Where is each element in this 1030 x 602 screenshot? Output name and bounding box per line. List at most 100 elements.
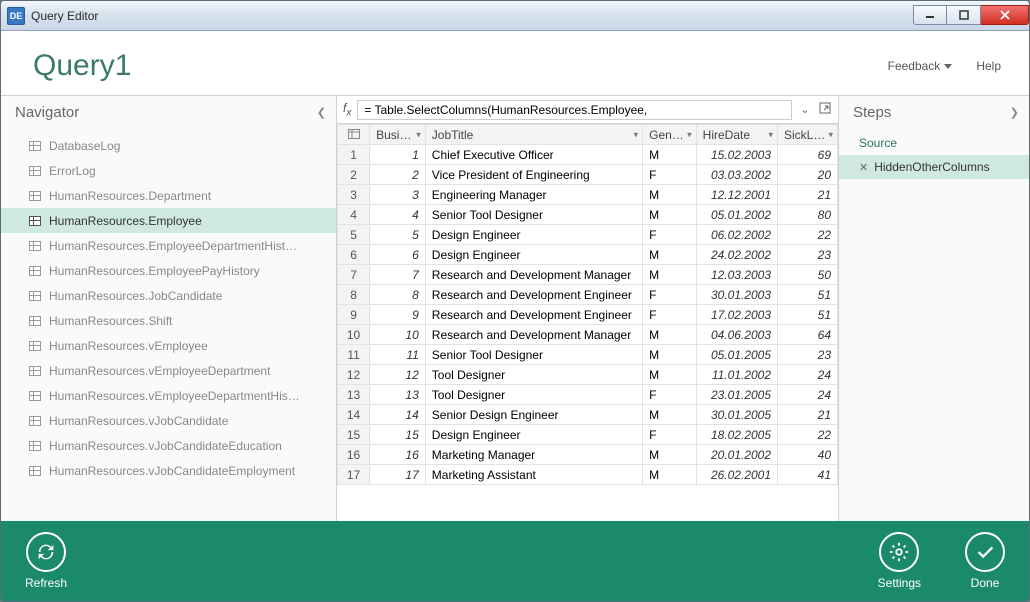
row-number: 6 (338, 245, 370, 265)
maximize-button[interactable] (947, 5, 981, 25)
table-row[interactable]: 22Vice President of EngineeringF03.03.20… (338, 165, 838, 185)
cell-sickleave: 23 (778, 245, 838, 265)
cell-jobtitle: Research and Development Manager (425, 325, 642, 345)
table-row[interactable]: 66Design EngineerM24.02.200223 (338, 245, 838, 265)
table-row[interactable]: 99Research and Development EngineerF17.0… (338, 305, 838, 325)
table-icon (29, 191, 41, 201)
cell-gender: M (643, 405, 697, 425)
settings-button[interactable]: Settings (878, 532, 921, 590)
navigator-item[interactable]: HumanResources.vEmployee (1, 333, 336, 358)
chevron-down-icon: ▾ (768, 129, 773, 140)
navigator-item[interactable]: DatabaseLog (1, 133, 336, 158)
formula-input[interactable] (357, 100, 792, 120)
cell-business: 5 (370, 225, 426, 245)
cell-gender: M (643, 345, 697, 365)
navigator-item-label: HumanResources.vJobCandidateEmployment (49, 464, 295, 478)
column-header-sickleave[interactable]: SickLe…▾ (778, 125, 838, 145)
table-row[interactable]: 44Senior Tool DesignerM05.01.200280 (338, 205, 838, 225)
cell-gender: F (643, 285, 697, 305)
navigator-list[interactable]: DatabaseLogErrorLog HumanResources.Depart… (1, 125, 336, 521)
cell-sickleave: 24 (778, 385, 838, 405)
header-links: Feedback Help (888, 59, 1001, 73)
table-row[interactable]: 1717Marketing AssistantM26.02.200141 (338, 465, 838, 485)
navigator-item[interactable]: HumanResources.JobCandidate (1, 283, 336, 308)
step-item[interactable]: ✕HiddenOtherColumns (839, 155, 1029, 179)
navigator-item[interactable]: HumanResources.vJobCandidateEmployment (1, 458, 336, 483)
collapse-right-icon[interactable]: ❯ (1010, 106, 1019, 119)
navigator-item-label: HumanResources.Employee (49, 214, 202, 228)
column-header-jobtitle[interactable]: JobTitle▾ (425, 125, 642, 145)
close-button[interactable] (981, 5, 1029, 25)
navigator-item-label: HumanResources.Department (49, 189, 211, 203)
feedback-link[interactable]: Feedback (888, 59, 953, 73)
data-grid-panel: fx ⌄ Busi…▾ JobTitle▾ (337, 96, 839, 521)
table-icon (29, 466, 41, 476)
formula-bar: fx ⌄ (337, 96, 838, 124)
navigator-item[interactable]: HumanResources.EmployeeDepartmentHist… (1, 233, 336, 258)
cell-sickleave: 20 (778, 165, 838, 185)
table-icon (29, 366, 41, 376)
column-header-business[interactable]: Busi…▾ (370, 125, 426, 145)
cell-sickleave: 22 (778, 425, 838, 445)
cell-jobtitle: Chief Executive Officer (425, 145, 642, 165)
row-number: 8 (338, 285, 370, 305)
navigator-panel: Navigator ❮ DatabaseLogErrorLogHumanReso… (1, 96, 337, 521)
zoom-formula-icon[interactable] (818, 101, 832, 118)
cell-jobtitle: Engineering Manager (425, 185, 642, 205)
collapse-left-icon[interactable]: ❮ (317, 106, 326, 119)
navigator-item[interactable]: HumanResources.vJobCandidateEducation (1, 433, 336, 458)
table-row[interactable]: 77Research and Development ManagerM12.03… (338, 265, 838, 285)
navigator-item[interactable]: HumanResources.vEmployeeDepartment (1, 358, 336, 383)
table-row[interactable]: 1212Tool DesignerM11.01.200224 (338, 365, 838, 385)
data-grid: Busi…▾ JobTitle▾ Gen…▾ HireDate▾ SickLe…… (337, 124, 838, 485)
done-button[interactable]: Done (965, 532, 1005, 590)
table-row[interactable]: 1111Senior Tool DesignerM05.01.200523 (338, 345, 838, 365)
navigator-item[interactable]: HumanResources.Department (1, 183, 336, 208)
navigator-item[interactable]: HumanResources.Shift (1, 308, 336, 333)
table-icon (29, 141, 41, 151)
table-row[interactable]: 1616Marketing ManagerM20.01.200240 (338, 445, 838, 465)
table-row[interactable]: 1313Tool DesignerF23.01.200524 (338, 385, 838, 405)
refresh-icon (26, 532, 66, 572)
grid-scroll[interactable]: Busi…▾ JobTitle▾ Gen…▾ HireDate▾ SickLe…… (337, 124, 838, 521)
step-item[interactable]: Source (839, 131, 1029, 155)
table-row[interactable]: 55Design EngineerF06.02.200222 (338, 225, 838, 245)
cell-jobtitle: Senior Tool Designer (425, 345, 642, 365)
table-row[interactable]: 1515Design EngineerF18.02.200522 (338, 425, 838, 445)
minimize-button[interactable] (913, 5, 947, 25)
delete-step-icon[interactable]: ✕ (859, 161, 868, 174)
refresh-button[interactable]: Refresh (25, 532, 67, 590)
row-number: 5 (338, 225, 370, 245)
column-header-gender[interactable]: Gen…▾ (643, 125, 697, 145)
navigator-item[interactable]: HumanResources.Employee (1, 208, 336, 233)
cell-sickleave: 21 (778, 405, 838, 425)
navigator-item[interactable]: ErrorLog (1, 158, 336, 183)
query-editor-window: DE Query Editor Query1 Feedback Help (0, 0, 1030, 602)
table-icon (29, 441, 41, 451)
cell-gender: F (643, 165, 697, 185)
cell-business: 1 (370, 145, 426, 165)
cell-gender: M (643, 265, 697, 285)
navigator-item[interactable]: HumanResources.vEmployeeDepartmentHis… (1, 383, 336, 408)
cell-hiredate: 04.06.2003 (696, 325, 777, 345)
help-link[interactable]: Help (976, 59, 1001, 73)
feedback-label: Feedback (888, 59, 941, 73)
cell-jobtitle: Vice President of Engineering (425, 165, 642, 185)
table-row[interactable]: 11Chief Executive OfficerM15.02.200369 (338, 145, 838, 165)
row-number: 15 (338, 425, 370, 445)
navigator-item[interactable]: HumanResources.vJobCandidate (1, 408, 336, 433)
table-row[interactable]: 1010Research and Development ManagerM04.… (338, 325, 838, 345)
formula-dropdown-icon[interactable]: ⌄ (798, 103, 812, 116)
navigator-item[interactable]: HumanResources.EmployeePayHistory (1, 258, 336, 283)
cell-gender: F (643, 225, 697, 245)
table-row[interactable]: 88Research and Development EngineerF30.0… (338, 285, 838, 305)
column-header-hiredate[interactable]: HireDate▾ (696, 125, 777, 145)
cell-jobtitle: Design Engineer (425, 425, 642, 445)
navigator-item-label: HumanResources.vEmployeeDepartment (49, 364, 270, 378)
table-corner[interactable] (338, 125, 370, 145)
navigator-item-label: HumanResources.EmployeePayHistory (49, 264, 260, 278)
table-row[interactable]: 33Engineering ManagerM12.12.200121 (338, 185, 838, 205)
table-row[interactable]: 1414Senior Design EngineerM30.01.200521 (338, 405, 838, 425)
table-icon (29, 241, 41, 251)
settings-label: Settings (878, 576, 921, 590)
